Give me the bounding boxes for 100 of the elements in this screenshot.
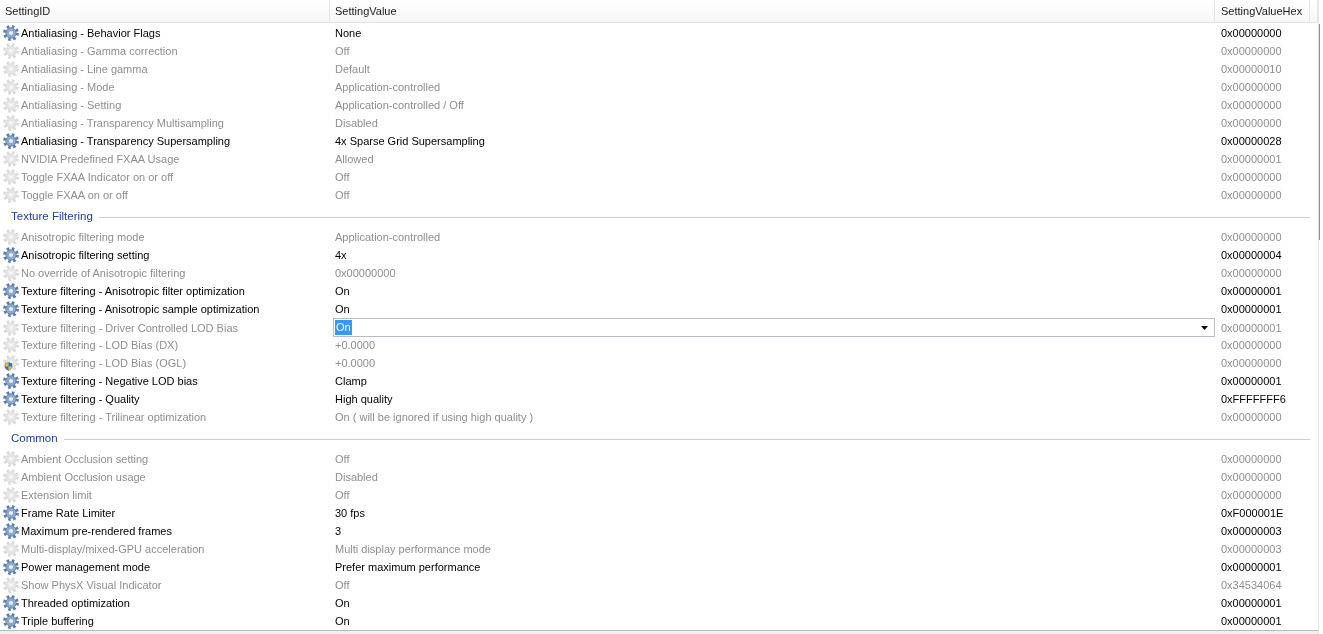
- setting-value[interactable]: Application-controlled / Off: [335, 99, 464, 111]
- setting-name: Antialiasing - Transparency Supersampling: [21, 135, 231, 147]
- setting-value[interactable]: Disabled: [335, 471, 378, 483]
- setting-hex: 0x00000001: [1221, 285, 1282, 297]
- setting-name: Texture filtering - Driver Controlled LOD Bias: [21, 321, 239, 334]
- setting-value[interactable]: 30 fps: [335, 507, 365, 519]
- setting-name: Maximum pre-rendered frames: [21, 525, 172, 537]
- gear-icon: [3, 151, 19, 167]
- gear-icon: [3, 283, 19, 299]
- gear-shield-icon: [3, 355, 19, 371]
- value-dropdown[interactable]: On: [333, 318, 1215, 337]
- setting-value[interactable]: 0x00000000: [335, 267, 396, 279]
- gear-icon: [3, 43, 19, 59]
- gear-icon: [3, 409, 19, 425]
- setting-hex: 0x00000000: [1221, 117, 1282, 129]
- setting-value[interactable]: +0.0000: [335, 339, 376, 351]
- setting-value[interactable]: Clamp: [335, 375, 367, 387]
- setting-name: Texture filtering - Negative LOD bias: [21, 375, 198, 387]
- setting-name: Texture filtering - LOD Bias (OGL): [21, 357, 187, 369]
- setting-hex: 0x00000001: [1221, 375, 1282, 387]
- gear-icon: [3, 487, 19, 503]
- setting-value[interactable]: On ( will be ignored if using high quality ): [335, 411, 534, 423]
- setting-name: Toggle FXAA on or off: [21, 189, 128, 201]
- setting-value[interactable]: Prefer maximum performance: [335, 561, 481, 573]
- setting-hex: 0x00000000: [1221, 81, 1282, 93]
- setting-hex: 0x00000000: [1221, 339, 1282, 351]
- setting-value[interactable]: High quality: [335, 393, 393, 405]
- setting-hex: 0x00000000: [1221, 489, 1282, 501]
- gear-icon: [3, 541, 19, 557]
- gear-icon: [3, 319, 19, 336]
- gear-icon: [3, 451, 19, 467]
- setting-hex: 0x00000000: [1221, 267, 1282, 279]
- setting-value[interactable]: On: [335, 615, 350, 627]
- setting-value[interactable]: Application-controlled: [335, 231, 441, 243]
- gear-icon: [3, 25, 19, 41]
- caret-icon[interactable]: [1201, 325, 1208, 330]
- column-header[interactable]: SettingID: [0, 0, 330, 22]
- setting-hex: 0x00000000: [1221, 99, 1282, 111]
- setting-value[interactable]: Off: [335, 171, 350, 183]
- gear-icon: [3, 79, 19, 95]
- setting-name: Extension limit: [21, 489, 92, 501]
- setting-value[interactable]: +0.0000: [335, 357, 376, 369]
- setting-value[interactable]: Multi display performance mode: [335, 543, 491, 555]
- setting-name: Multi-display/mixed-GPU acceleration: [21, 543, 205, 555]
- setting-hex: 0x00000000: [1221, 189, 1282, 201]
- gear-icon: [3, 133, 19, 149]
- setting-name: Antialiasing - Setting: [21, 99, 122, 111]
- setting-hex: 0x00000003: [1221, 525, 1282, 537]
- setting-hex: 0x00000000: [1221, 411, 1282, 423]
- setting-value[interactable]: On: [335, 285, 350, 297]
- setting-value[interactable]: Off: [335, 189, 350, 201]
- setting-name: Toggle FXAA Indicator on or off: [21, 171, 174, 183]
- setting-name: Show PhysX Visual Indicator: [21, 579, 162, 591]
- gear-icon: [3, 247, 19, 263]
- setting-value[interactable]: Off: [335, 489, 350, 501]
- setting-hex: 0x00000000: [1221, 453, 1282, 465]
- setting-name: Anisotropic filtering setting: [21, 249, 150, 261]
- gear-icon: [3, 505, 19, 521]
- setting-value[interactable]: None: [335, 27, 362, 39]
- setting-name: Frame Rate Limiter: [21, 507, 116, 519]
- setting-hex: 0x00000000: [1221, 171, 1282, 183]
- setting-name: No override of Anisotropic filtering: [21, 267, 186, 279]
- setting-value[interactable]: Default: [335, 63, 370, 75]
- gear-icon: [3, 61, 19, 77]
- setting-name: Texture filtering - Anisotropic sample optimization: [21, 303, 260, 315]
- setting-value[interactable]: Off: [335, 45, 350, 57]
- setting-hex: 0x00000000: [1221, 27, 1282, 39]
- gear-icon: [3, 169, 19, 185]
- setting-name: Texture filtering - LOD Bias (DX): [21, 339, 179, 351]
- setting-value[interactable]: 4x: [335, 249, 347, 261]
- gear-icon: [3, 187, 19, 203]
- setting-value[interactable]: On: [335, 303, 350, 315]
- setting-hex: 0x00000000: [1221, 357, 1282, 369]
- setting-value[interactable]: Application-controlled: [335, 81, 441, 93]
- column-header[interactable]: SettingValue: [330, 0, 1215, 22]
- setting-hex: 0x00000000: [1221, 471, 1282, 483]
- setting-name: Antialiasing - Mode: [21, 81, 115, 93]
- setting-value[interactable]: Off: [335, 453, 350, 465]
- setting-name: Triple buffering: [21, 615, 94, 627]
- setting-hex: 0x00000001: [1221, 153, 1282, 165]
- setting-hex: 0xFFFFFFF6: [1221, 393, 1286, 405]
- scrollbar-thumb[interactable]: [1319, 24, 1323, 240]
- setting-value[interactable]: On: [335, 597, 350, 609]
- setting-name: Texture filtering - Quality: [21, 393, 140, 405]
- setting-value[interactable]: 3: [335, 525, 342, 537]
- gear-icon: [3, 595, 19, 611]
- gear-icon: [3, 523, 19, 539]
- column-header[interactable]: SettingValueHex: [1215, 0, 1310, 22]
- setting-hex: 0x00000000: [1221, 45, 1282, 57]
- setting-value[interactable]: 4x Sparse Grid Supersampling: [335, 135, 485, 147]
- gear-icon: [3, 559, 19, 575]
- setting-name: Antialiasing - Behavior Flags: [21, 27, 161, 39]
- gear-icon: [3, 301, 19, 317]
- setting-name: Texture filtering - Trilinear optimization: [21, 411, 207, 423]
- setting-value[interactable]: Off: [335, 579, 350, 591]
- setting-hex: 0x00000004: [1221, 249, 1282, 261]
- setting-value[interactable]: Allowed: [335, 153, 374, 165]
- gear-icon: [3, 115, 19, 131]
- setting-value[interactable]: Disabled: [335, 117, 378, 129]
- setting-name: NVIDIA Predefined FXAA Usage: [21, 153, 180, 165]
